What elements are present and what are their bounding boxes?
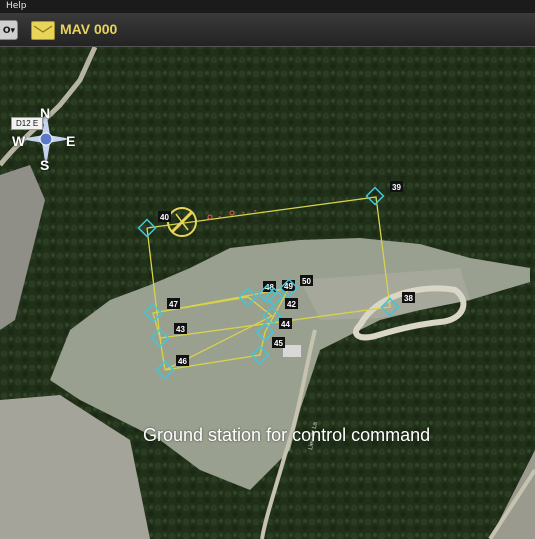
map-canvas[interactable]: Lieu-dit La 39 40 38 47 43 46 48 49 50 4… xyxy=(0,47,535,539)
envelope-icon-glyph xyxy=(33,25,53,33)
waypoint-label: 40 xyxy=(160,213,169,222)
waypoint-label: 50 xyxy=(302,277,311,286)
dropdown-label: O xyxy=(2,26,11,36)
heading-badge: D12 E xyxy=(11,117,44,130)
waypoint-label: 39 xyxy=(392,183,401,192)
building xyxy=(283,345,301,357)
waypoint-label: 43 xyxy=(176,325,185,334)
compass-south: S xyxy=(40,157,50,173)
waypoint-label: 42 xyxy=(287,300,296,309)
waypoint-label: 47 xyxy=(169,300,178,309)
vehicle-name[interactable]: MAV 000 xyxy=(60,21,117,37)
waypoint-label: 46 xyxy=(178,357,187,366)
menu-help[interactable]: Help xyxy=(0,1,27,11)
envelope-icon[interactable] xyxy=(31,21,55,40)
compass-rose[interactable]: N E W S xyxy=(12,105,78,173)
mode-dropdown[interactable]: O▾ xyxy=(0,20,18,40)
compass-east: E xyxy=(66,133,76,149)
compass-west: W xyxy=(12,133,26,149)
caption-text: Ground station for control command xyxy=(143,425,431,445)
waypoint-label: 45 xyxy=(274,339,283,348)
toolbar: O▾ MAV 000 xyxy=(0,13,535,47)
menu-bar: Help xyxy=(0,0,535,13)
satellite-map[interactable]: Lieu-dit La 39 40 38 47 43 46 48 49 50 4… xyxy=(0,47,535,539)
waypoint-label: 44 xyxy=(281,320,290,329)
waypoint-label: 38 xyxy=(404,294,413,303)
